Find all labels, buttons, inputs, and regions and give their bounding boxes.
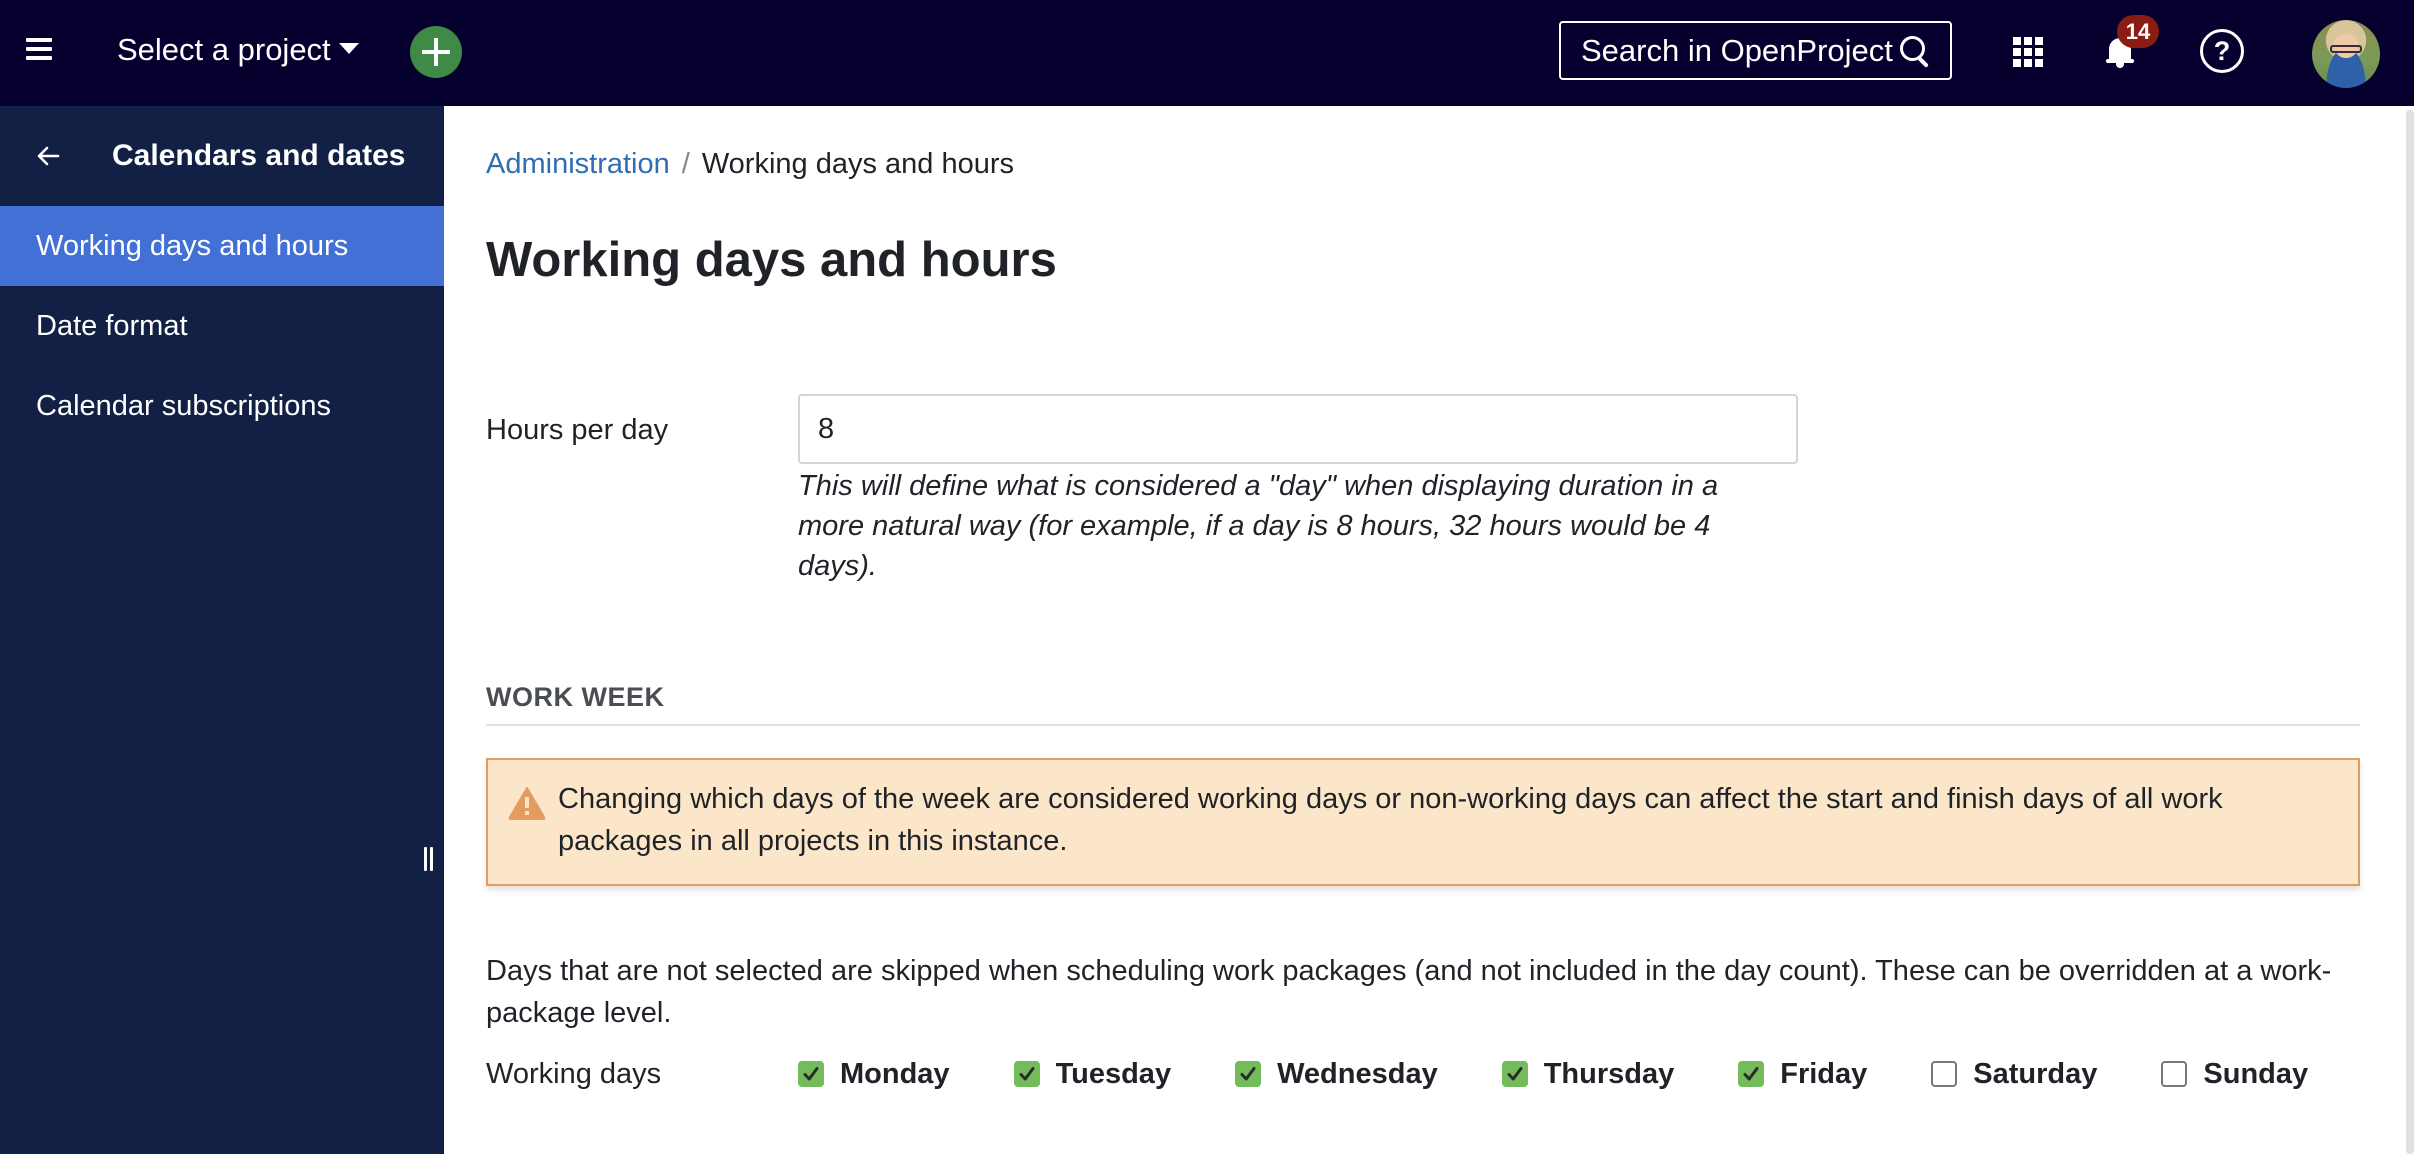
working-days-description: Days that are not selected are skipped w… [486, 955, 2332, 1029]
work-week-section-title: WORK WEEK [486, 682, 665, 712]
notification-count-badge[interactable]: 14 [2117, 15, 2159, 48]
day-checkbox-monday[interactable]: Monday [798, 1058, 950, 1091]
breadcrumb-administration-link[interactable]: Administration [486, 148, 670, 181]
caret-down-icon [338, 42, 359, 54]
breadcrumb: Administration / Working days and hours [486, 148, 1014, 181]
day-label-friday: Friday [1780, 1057, 1868, 1090]
checkbox-tuesday[interactable] [1013, 1061, 1040, 1087]
main-content: Administration / Working days and hours … [444, 106, 2414, 1154]
hamburger-menu-icon[interactable] [26, 38, 52, 62]
day-label-sunday: Sunday [2203, 1057, 2309, 1090]
checkbox-saturday[interactable] [1931, 1061, 1958, 1087]
page-title: Working days and hours [486, 233, 1057, 287]
checkbox-thursday[interactable] [1501, 1061, 1528, 1087]
user-avatar[interactable] [2312, 20, 2380, 88]
checkmark-icon [1240, 1067, 1256, 1081]
sidebar-resize-handle[interactable] [424, 847, 436, 873]
warning-banner: Changing which days of the week are cons… [486, 758, 2360, 886]
day-checkbox-friday[interactable]: Friday [1738, 1058, 1867, 1091]
checkmark-icon [1019, 1067, 1035, 1081]
sidebar-item-date-format[interactable]: Date format [0, 286, 444, 366]
breadcrumb-current: Working days and hours [701, 148, 1015, 180]
sidebar-title: Calendars and dates [112, 139, 406, 172]
day-checkbox-thursday[interactable]: Thursday [1501, 1057, 1675, 1091]
sidebar: Calendars and dates Working days and hou… [0, 106, 444, 1154]
arrow-left-icon[interactable] [36, 144, 60, 168]
day-checkbox-saturday[interactable]: Saturday [1931, 1058, 2097, 1091]
search-icon[interactable] [1898, 34, 1932, 68]
warning-text: Changing which days of the week are cons… [558, 783, 2223, 857]
project-select-dropdown[interactable]: Select a project [117, 28, 359, 72]
sidebar-item-calendar-subscriptions[interactable]: Calendar subscriptions [0, 366, 444, 446]
sidebar-header: Calendars and dates [0, 106, 444, 206]
hours-per-day-label: Hours per day [486, 414, 669, 446]
working-days-checkbox-group: Monday Tuesday Wednesday Thursday Friday… [798, 1052, 2308, 1096]
day-label-thursday: Thursday [1543, 1057, 1675, 1090]
modules-grid-icon[interactable] [2013, 37, 2043, 67]
checkbox-wednesday[interactable] [1235, 1061, 1262, 1087]
day-checkbox-wednesday[interactable]: Wednesday [1235, 1058, 1438, 1091]
checkbox-friday[interactable] [1738, 1061, 1765, 1087]
help-icon[interactable]: ? [2200, 29, 2244, 73]
checkbox-sunday[interactable] [2161, 1061, 2188, 1087]
day-checkbox-tuesday[interactable]: Tuesday [1013, 1057, 1172, 1091]
working-days-label: Working days [486, 1058, 662, 1090]
day-label-monday: Monday [840, 1057, 950, 1090]
add-button-plus-icon[interactable] [410, 26, 462, 78]
breadcrumb-separator: / [681, 148, 690, 180]
search-placeholder: Search in OpenProject [1581, 32, 1893, 68]
page-scrollbar[interactable] [2406, 110, 2414, 1154]
global-search-input[interactable]: Search in OpenProject [1559, 21, 1952, 80]
day-label-wednesday: Wednesday [1277, 1057, 1438, 1090]
hours-per-day-hint: This will define what is considered a "d… [798, 470, 1719, 582]
sidebar-item-working-days-and-hours[interactable]: Working days and hours [0, 206, 444, 286]
day-label-tuesday: Tuesday [1055, 1057, 1172, 1090]
warning-triangle-icon [508, 786, 546, 820]
checkbox-monday[interactable] [798, 1061, 824, 1087]
day-checkbox-sunday[interactable]: Sunday [2161, 1058, 2308, 1091]
checkmark-icon [1507, 1067, 1523, 1081]
checkmark-icon [1743, 1067, 1759, 1081]
day-label-saturday: Saturday [1973, 1057, 2098, 1090]
checkmark-icon [803, 1067, 819, 1081]
top-header: Select a project Search in OpenProject 1… [0, 0, 2414, 106]
hours-per-day-input[interactable] [798, 394, 1798, 464]
project-select-label: Select a project [117, 32, 331, 67]
section-divider [486, 724, 2360, 726]
